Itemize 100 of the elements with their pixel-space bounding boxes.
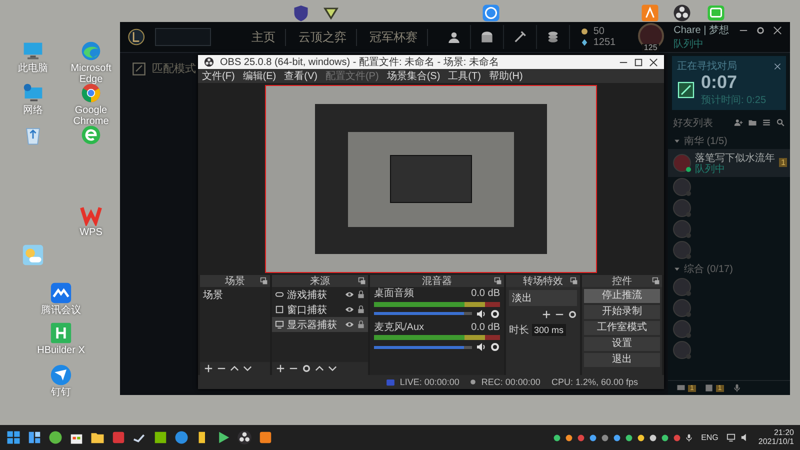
- shield-icon[interactable]: [292, 4, 310, 22]
- source-name: 游戏捕获: [287, 288, 327, 302]
- menu-item[interactable]: 查看(V): [284, 69, 318, 83]
- undock-icon[interactable]: [358, 277, 366, 285]
- undock-icon[interactable]: [494, 277, 502, 285]
- cpu-fps: CPU: 1.2%, 60.00 fps: [551, 377, 638, 387]
- menu-item[interactable]: 文件(F): [202, 69, 235, 83]
- clock-time[interactable]: 21:20: [774, 428, 794, 438]
- add-icon[interactable]: [204, 364, 213, 373]
- maximize-icon[interactable]: [634, 58, 643, 66]
- circle-app-icon[interactable]: [174, 430, 189, 445]
- transition-dropdown[interactable]: 淡出: [509, 290, 577, 306]
- eye-icon[interactable]: [345, 320, 354, 329]
- close-icon[interactable]: [774, 62, 781, 70]
- friends-title: 好友列表: [673, 116, 713, 130]
- app-tile-icon[interactable]: [111, 430, 126, 445]
- menu-item[interactable]: 帮助(H): [488, 69, 523, 83]
- add-icon[interactable]: [542, 310, 551, 319]
- source-item[interactable]: 窗口捕获: [272, 302, 368, 317]
- mode-icon[interactable]: [132, 62, 146, 76]
- player-name: Chare | 梦想: [674, 24, 729, 37]
- menu-item[interactable]: 工具(T): [448, 69, 481, 83]
- duration-field[interactable]: 300 ms: [532, 324, 566, 336]
- undock-icon[interactable]: [570, 277, 578, 285]
- caret-down-icon[interactable]: [674, 266, 680, 272]
- square-app-icon[interactable]: [153, 430, 168, 445]
- microphone-icon[interactable]: [732, 383, 742, 393]
- circle-app-icon[interactable]: [48, 430, 63, 445]
- hbuilder-icon[interactable]: [50, 322, 72, 344]
- meeting-icon[interactable]: [50, 282, 72, 304]
- folder-icon[interactable]: [90, 430, 105, 445]
- lock-icon[interactable]: [357, 305, 365, 314]
- nav-tab[interactable]: 云顶之弈: [288, 28, 358, 46]
- control-button[interactable]: 停止推流: [584, 289, 660, 303]
- control-button[interactable]: 工作室模式: [584, 321, 660, 335]
- icon-label: Microsoft Edge: [70, 63, 112, 85]
- down-icon[interactable]: [243, 364, 252, 373]
- up-icon[interactable]: [315, 364, 324, 373]
- source-item[interactable]: 显示器捕获: [272, 317, 368, 332]
- chevron-app-icon[interactable]: [641, 4, 659, 22]
- control-button[interactable]: 开始录制: [584, 305, 660, 319]
- caret-down-icon[interactable]: [674, 138, 680, 144]
- icon-label: 此电脑: [18, 63, 48, 74]
- paper-plane-icon[interactable]: [50, 364, 72, 386]
- windows-logo-icon[interactable]: [6, 430, 21, 445]
- add-icon[interactable]: [276, 364, 285, 373]
- settings-icon[interactable]: [568, 310, 577, 319]
- icon-label: 钉钉: [51, 387, 71, 398]
- eye-icon[interactable]: [345, 305, 354, 314]
- nav-tab[interactable]: 冠军杯赛: [359, 28, 428, 46]
- currency-amount: 50: [593, 26, 604, 37]
- settings-icon[interactable]: [756, 26, 765, 35]
- undock-icon[interactable]: [260, 277, 268, 285]
- chest-icon[interactable]: [479, 29, 496, 45]
- down-icon[interactable]: [328, 364, 337, 373]
- estimated-time: 预计时间: 0:25: [701, 94, 766, 107]
- volume-slider[interactable]: [374, 312, 472, 315]
- network-monitor-icon[interactable]: [22, 82, 44, 104]
- lock-icon[interactable]: [357, 320, 365, 329]
- undock-icon[interactable]: [652, 277, 660, 285]
- obs-icon[interactable]: [673, 4, 691, 22]
- input-language[interactable]: ENG: [701, 433, 718, 442]
- clock-date[interactable]: 2021/10/1: [758, 438, 794, 446]
- ring-app-icon[interactable]: [482, 4, 500, 22]
- menu-item[interactable]: 编辑(E): [242, 69, 276, 83]
- monitor-icon[interactable]: [22, 40, 44, 62]
- obs-icon[interactable]: [237, 430, 252, 445]
- close-icon[interactable]: [773, 26, 782, 35]
- close-icon[interactable]: [649, 58, 658, 66]
- nav-tab[interactable]: 主页: [241, 28, 286, 46]
- currency-amount: 1251: [593, 37, 616, 48]
- play-icon[interactable]: [216, 430, 231, 445]
- lock-icon[interactable]: [357, 290, 365, 299]
- search-field[interactable]: [154, 28, 212, 46]
- up-icon[interactable]: [230, 364, 239, 373]
- control-button[interactable]: 设置: [584, 337, 660, 351]
- eye-icon[interactable]: [345, 290, 354, 299]
- control-button[interactable]: 退出: [584, 353, 660, 367]
- tools-icon[interactable]: [512, 29, 528, 45]
- friend-status: 队列中: [695, 164, 726, 175]
- search-icon[interactable]: [776, 118, 785, 128]
- microphone-icon[interactable]: [685, 433, 694, 442]
- speaker-icon[interactable]: [476, 308, 486, 318]
- speaker-icon[interactable]: [476, 342, 486, 352]
- folder-icon[interactable]: [748, 118, 757, 128]
- emblem-icon[interactable]: [128, 26, 145, 48]
- dock-title: 混音器: [422, 274, 452, 288]
- widgets-icon[interactable]: [27, 430, 42, 445]
- app-tile-icon[interactable]: [258, 430, 273, 445]
- list-icon[interactable]: [762, 118, 771, 128]
- dock-title: 控件: [612, 275, 632, 288]
- volume-slider[interactable]: [374, 346, 472, 348]
- settings-icon[interactable]: [302, 364, 311, 373]
- network-icon[interactable]: [726, 433, 736, 442]
- add-friend-icon[interactable]: [734, 118, 743, 128]
- queue-title: 正在寻找对局: [677, 60, 737, 73]
- source-item[interactable]: 游戏捕获: [272, 287, 368, 302]
- icon-label: HBuilder X: [37, 345, 85, 356]
- browser-e-icon[interactable]: [80, 124, 102, 146]
- menu-item[interactable]: 场景集合(S): [386, 69, 440, 83]
